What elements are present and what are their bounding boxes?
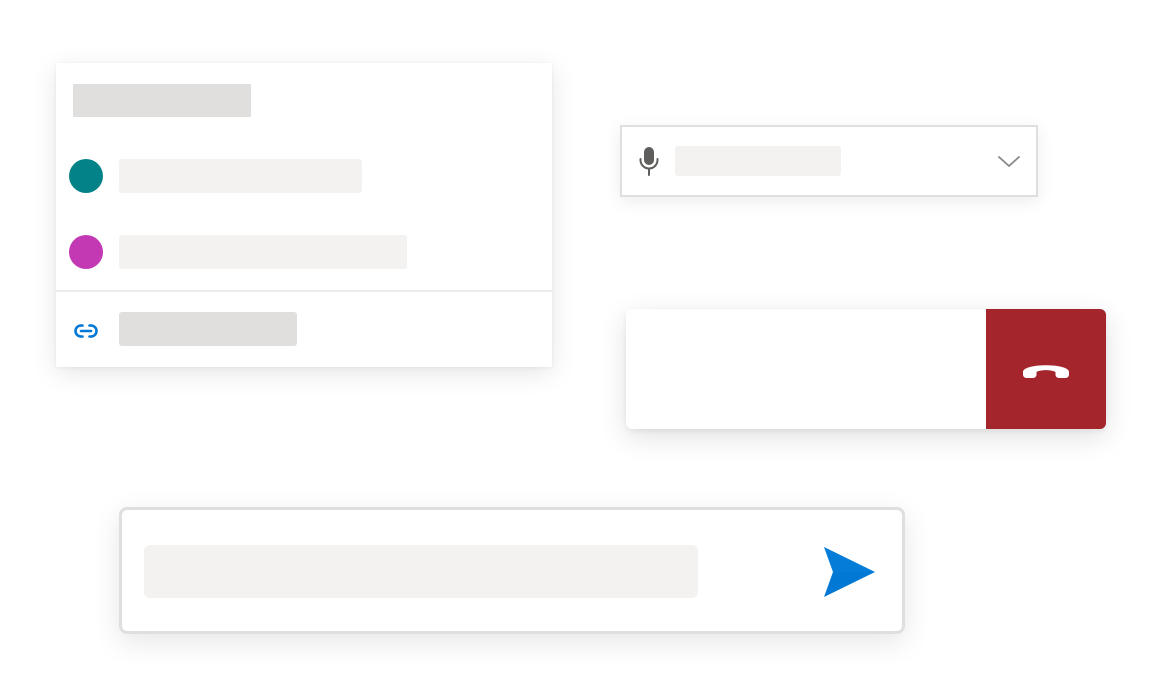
participant-name-placeholder [119,235,407,269]
call-controls-bar [626,309,1106,429]
microphone-icon [639,147,659,176]
link-icon [74,323,98,339]
participants-card [56,63,552,367]
link-label-placeholder [119,312,297,346]
participant-item[interactable] [56,219,552,283]
stage [0,0,1160,690]
compose-box [119,507,905,634]
chevron-down-icon[interactable] [996,152,1022,170]
microphone-dropdown[interactable] [620,125,1038,197]
selected-device-placeholder [675,146,841,176]
message-input[interactable] [144,545,698,598]
divider [56,290,552,292]
avatar [69,235,103,269]
card-title-placeholder [73,84,251,117]
send-icon[interactable] [820,544,878,600]
participant-item[interactable] [56,143,552,207]
participant-name-placeholder [119,159,362,193]
avatar [69,159,103,193]
phone-hangup-icon [1023,365,1069,378]
hangup-button[interactable] [986,309,1106,429]
copy-link-item[interactable] [56,293,552,367]
